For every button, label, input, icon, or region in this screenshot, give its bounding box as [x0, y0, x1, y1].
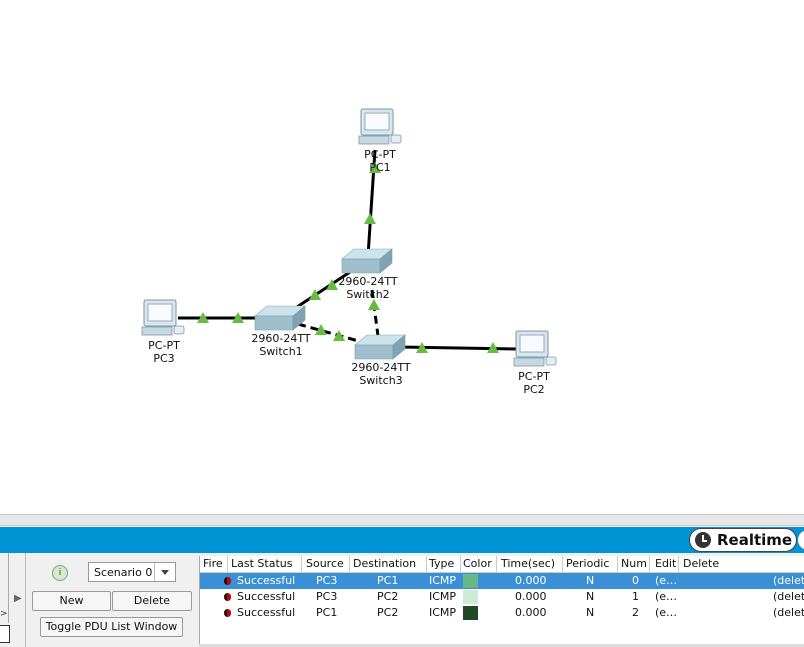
col-type[interactable]: Type — [429, 557, 454, 571]
switch3-icon[interactable] — [354, 334, 406, 360]
col-source[interactable]: Source — [306, 557, 344, 571]
toggle-pdu-list-button[interactable]: Toggle PDU List Window — [40, 617, 183, 637]
device-name: PC2 — [523, 383, 545, 396]
delete-scenario-button[interactable]: Delete — [112, 591, 192, 611]
cell-type: ICMP — [429, 574, 457, 587]
device-name: Switch3 — [359, 374, 403, 387]
cell-delete[interactable]: (delet — [773, 590, 804, 604]
cell-delete[interactable]: (delet — [773, 606, 804, 620]
col-time[interactable]: Time(sec) — [501, 557, 555, 571]
cell-edit[interactable]: (e… — [655, 590, 677, 604]
device-model: 2960-24TT — [338, 275, 398, 288]
cell-destination: PC2 — [377, 590, 399, 603]
device-name: PC1 — [369, 161, 391, 174]
cell-periodic: N — [586, 574, 595, 587]
switch1-icon[interactable] — [254, 305, 306, 331]
cell-destination: PC2 — [377, 606, 399, 619]
cell-type: ICMP — [429, 590, 457, 603]
cell-time: 0.000 — [515, 590, 547, 603]
table-row[interactable]: Successful PC3 PC1 ICMP 0.000 N 0 (e… (d… — [200, 573, 804, 589]
mode-bar — [0, 527, 804, 553]
panel-splitter[interactable] — [0, 514, 804, 526]
switch3-label: 2960-24TT Switch3 — [346, 361, 416, 387]
cell-status: Successful — [237, 590, 296, 603]
pc2-icon[interactable] — [513, 330, 557, 367]
cell-edit[interactable]: (e… — [655, 606, 677, 620]
cell-source: PC3 — [316, 574, 338, 587]
device-model: 2960-24TT — [351, 361, 411, 374]
topology-links — [141, 108, 557, 367]
cell-delete[interactable]: (delet — [773, 574, 804, 588]
pdu-color-swatch — [463, 606, 478, 620]
device-model: 2960-24TT — [251, 332, 311, 345]
col-color[interactable]: Color — [463, 557, 492, 571]
pc3-icon[interactable] — [141, 299, 185, 336]
info-icon[interactable]: i — [52, 565, 68, 581]
scenario-value: Scenario 0 — [94, 566, 153, 579]
table-row[interactable]: Successful PC1 PC2 ICMP 0.000 N 2 (e… (d… — [200, 605, 804, 621]
cell-source: PC3 — [316, 590, 338, 603]
scroll-box[interactable] — [0, 625, 10, 643]
cell-destination: PC1 — [377, 574, 399, 587]
fire-icon[interactable] — [224, 609, 231, 617]
cell-time: 0.000 — [515, 574, 547, 587]
left-scroll-strip: ▶ > — [0, 553, 26, 647]
chevron-right-icon[interactable]: > — [0, 609, 8, 619]
switch1-label: 2960-24TT Switch1 — [246, 332, 316, 358]
link-switch3-pc2[interactable] — [399, 345, 519, 351]
cell-num: 2 — [632, 606, 639, 619]
fire-icon[interactable] — [224, 593, 231, 601]
cell-type: ICMP — [429, 606, 457, 619]
device-name: PC3 — [153, 352, 175, 365]
pdu-color-swatch — [463, 574, 478, 588]
cell-time: 0.000 — [515, 606, 547, 619]
switch2-label: 2960-24TT Switch2 — [333, 275, 403, 301]
pc3-label: PC-PT PC3 — [134, 339, 194, 365]
col-periodic[interactable]: Periodic — [566, 557, 609, 571]
col-last-status[interactable]: Last Status — [231, 557, 292, 571]
device-model: PC-PT — [518, 370, 550, 383]
device-model: PC-PT — [364, 148, 396, 161]
pc1-label: PC-PT PC1 — [350, 148, 410, 174]
pdu-table: Fire Last Status Source Destination Type… — [199, 556, 804, 644]
cell-num: 0 — [632, 574, 639, 587]
device-model: PC-PT — [148, 339, 180, 352]
scenario-select[interactable]: Scenario 0 — [88, 562, 176, 582]
col-num[interactable]: Num — [621, 557, 647, 571]
cell-source: PC1 — [316, 606, 338, 619]
pdu-color-swatch — [463, 590, 478, 604]
cell-edit[interactable]: (e… — [655, 574, 677, 588]
pc2-label: PC-PT PC2 — [504, 370, 564, 396]
col-edit[interactable]: Edit — [655, 557, 676, 571]
topology-canvas[interactable]: PC-PT PC1 PC-PT PC2 PC-PT PC3 2960-24TT … — [0, 0, 804, 514]
cell-status: Successful — [237, 606, 296, 619]
chevron-down-icon[interactable] — [154, 563, 175, 581]
realtime-mode-button[interactable]: Realtime — [689, 528, 797, 552]
mode-label: Realtime — [717, 531, 793, 549]
cell-periodic: N — [586, 606, 595, 619]
divider — [8, 553, 9, 623]
clock-icon — [695, 532, 711, 548]
cell-status: Successful — [237, 574, 296, 587]
new-scenario-button[interactable]: New — [32, 591, 111, 611]
pc1-icon[interactable] — [358, 108, 402, 145]
expand-arrow-icon[interactable]: ▶ — [14, 593, 22, 604]
table-header: Fire Last Status Source Destination Type… — [200, 556, 804, 573]
device-name: Switch2 — [346, 288, 390, 301]
cell-periodic: N — [586, 590, 595, 603]
device-name: Switch1 — [259, 345, 303, 358]
col-delete[interactable]: Delete — [683, 557, 719, 571]
col-destination[interactable]: Destination — [353, 557, 416, 571]
table-row[interactable]: Successful PC3 PC2 ICMP 0.000 N 1 (e… (d… — [200, 589, 804, 605]
col-fire[interactable]: Fire — [203, 557, 223, 571]
cell-num: 1 — [632, 590, 639, 603]
switch2-icon[interactable] — [341, 248, 393, 274]
link-up-indicator — [364, 213, 376, 224]
fire-icon[interactable] — [224, 577, 231, 585]
